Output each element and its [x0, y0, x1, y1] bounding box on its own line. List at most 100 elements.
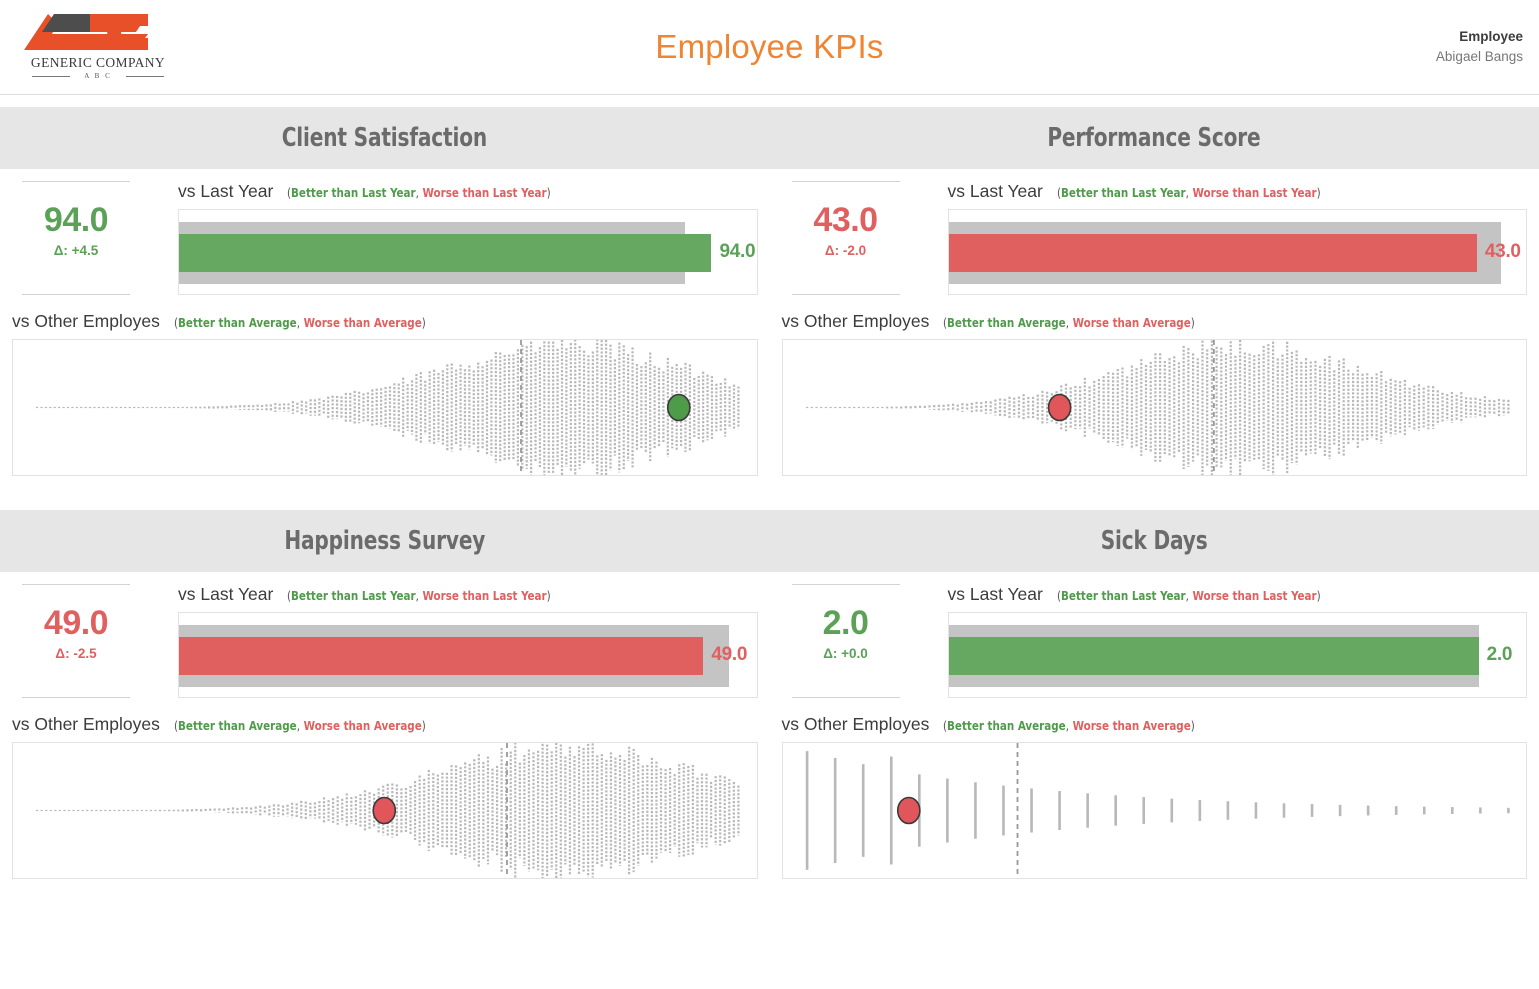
score-delta: Δ: -2.0 [744, 243, 948, 258]
distribution-client-satisfaction: vs Other Employes (Better than Average, … [0, 295, 770, 476]
legend-paren-close: ) [1316, 185, 1320, 200]
distribution-happiness-survey: vs Other Employes (Better than Average, … [0, 698, 770, 879]
logo-company-sub: A B C [18, 72, 178, 80]
bullet-chart-label: vs Last Year [178, 181, 273, 202]
legend-paren-close: ) [1316, 588, 1320, 603]
score-value: 94.0 [0, 203, 178, 239]
violin-plot [13, 743, 757, 878]
legend-better: Better than Average [947, 315, 1066, 330]
distribution-label: vs Other Employes [782, 311, 930, 332]
bullet-chart-label: vs Last Year [948, 584, 1043, 605]
bullet-legend: (Better than Last Year, Worse than Last … [287, 588, 551, 603]
distribution-header: vs Other Employes (Better than Average, … [12, 714, 758, 742]
band-cell-client-satisfaction: Client Satisfaction [0, 107, 770, 169]
violin-plot [783, 743, 1527, 878]
legend-comma: , [1186, 185, 1189, 200]
distribution-header: vs Other Employes (Better than Average, … [782, 714, 1528, 742]
legend-worse: Worse than Last Year [423, 588, 547, 603]
legend-worse: Worse than Average [1073, 315, 1191, 330]
score-delta: Δ: +0.0 [744, 646, 948, 661]
bullet-header: vs Last Year (Better than Last Year, Wor… [178, 181, 758, 209]
score-delta: Δ: -2.5 [0, 646, 178, 661]
bullet-row: 94.0 Δ: +4.5 vs Last Year (Better than L… [0, 169, 770, 295]
section-spacer [0, 476, 1539, 498]
distribution-label: vs Other Employes [12, 311, 160, 332]
band-cell-happiness-survey: Happiness Survey [0, 510, 770, 572]
legend-worse: Worse than Last Year [423, 185, 547, 200]
legend-comma: , [1186, 588, 1189, 603]
distribution-performance-score: vs Other Employes (Better than Average, … [770, 295, 1539, 476]
bullet-chart-performance-score: vs Last Year (Better than Last Year, Wor… [948, 181, 1539, 295]
bullet-legend: (Better than Last Year, Worse than Last … [1057, 185, 1321, 200]
violin-plot [13, 340, 757, 475]
bullet-header: vs Last Year (Better than Last Year, Wor… [948, 584, 1528, 612]
legend-paren-close: ) [547, 588, 551, 603]
kpi-row-top: 94.0 Δ: +4.5 vs Last Year (Better than L… [0, 169, 1539, 476]
legend-worse: Worse than Average [1073, 718, 1191, 733]
bullet-chart-sick-days: vs Last Year (Better than Last Year, Wor… [948, 584, 1539, 698]
distribution-legend: (Better than Average, Worse than Average… [943, 315, 1195, 330]
legend-paren-close: ) [1191, 315, 1195, 330]
kpi-panel-client-satisfaction: 94.0 Δ: +4.5 vs Last Year (Better than L… [0, 169, 770, 476]
bullet-chart-happiness-survey: vs Last Year (Better than Last Year, Wor… [178, 584, 770, 698]
bullet-row: 43.0 Δ: -2.0 vs Last Year (Better than L… [770, 169, 1539, 295]
bullet-value-label: 43.0 [1485, 241, 1521, 263]
legend-better: Better than Average [178, 315, 297, 330]
legend-paren-close: ) [547, 185, 551, 200]
legend-paren-close: ) [1191, 718, 1195, 733]
legend-better: Better than Last Year [1061, 185, 1186, 200]
violin-plot [783, 340, 1527, 475]
score-block-performance-score: 43.0 Δ: -2.0 [770, 181, 948, 295]
kpi-panel-performance-score: 43.0 Δ: -2.0 vs Last Year (Better than L… [770, 169, 1539, 476]
bullet-value-label: 49.0 [711, 644, 747, 666]
score-delta: Δ: +4.5 [0, 243, 178, 258]
bullet-value-bar [179, 234, 711, 272]
bullet-value-bar [949, 637, 1479, 675]
distribution-box [782, 339, 1528, 476]
kpi-title-sick-days: Sick Days [1101, 526, 1208, 556]
kpi-row-bottom: 49.0 Δ: -2.5 vs Last Year (Better than L… [0, 572, 1539, 879]
legend-worse: Worse than Last Year [1192, 185, 1316, 200]
bullet-box: 2.0 [948, 612, 1528, 698]
bullet-legend: (Better than Last Year, Worse than Last … [287, 185, 551, 200]
distribution-box [12, 339, 758, 476]
bullet-box: 49.0 [178, 612, 758, 698]
distribution-box [12, 742, 758, 879]
distribution-header: vs Other Employes (Better than Average, … [782, 311, 1528, 339]
distribution-legend: (Better than Average, Worse than Average… [174, 718, 426, 733]
kpi-title-performance-score: Performance Score [1048, 123, 1261, 153]
kpi-panel-happiness-survey: 49.0 Δ: -2.5 vs Last Year (Better than L… [0, 572, 770, 879]
legend-comma: , [297, 718, 300, 733]
bullet-box: 43.0 [948, 209, 1528, 295]
legend-better: Better than Average [178, 718, 297, 733]
bullet-header: vs Last Year (Better than Last Year, Wor… [178, 584, 758, 612]
legend-worse: Worse than Last Year [1192, 588, 1316, 603]
distribution-label: vs Other Employes [12, 714, 160, 735]
score-value: 2.0 [744, 606, 948, 642]
employee-name: Abigael Bangs [1436, 47, 1523, 67]
bullet-value-bar [949, 234, 1477, 272]
kpi-section-bottom: Happiness Survey Sick Days 49.0 Δ: -2.5 … [0, 510, 1539, 879]
bullet-legend: (Better than Last Year, Worse than Last … [1057, 588, 1321, 603]
distribution-legend: (Better than Average, Worse than Average… [943, 718, 1195, 733]
distribution-header: vs Other Employes (Better than Average, … [12, 311, 758, 339]
legend-paren-close: ) [422, 315, 426, 330]
score-block-happiness-survey: 49.0 Δ: -2.5 [0, 584, 178, 698]
legend-comma: , [1066, 315, 1069, 330]
kpi-title-client-satisfaction: Client Satisfaction [282, 123, 487, 153]
legend-better: Better than Last Year [1061, 588, 1186, 603]
page-header: GENERIC COMPANY A B C Employee KPIs Empl… [0, 0, 1539, 95]
legend-comma: , [1066, 718, 1069, 733]
bullet-chart-label: vs Last Year [178, 584, 273, 605]
legend-worse: Worse than Average [303, 718, 421, 733]
legend-comma: , [297, 315, 300, 330]
distribution-sick-days: vs Other Employes (Better than Average, … [770, 698, 1539, 879]
kpi-panel-sick-days: 2.0 Δ: +0.0 vs Last Year (Better than La… [770, 572, 1539, 879]
bullet-chart-client-satisfaction: vs Last Year (Better than Last Year, Wor… [178, 181, 770, 295]
section-header-band-bottom: Happiness Survey Sick Days [0, 510, 1539, 572]
legend-better: Better than Last Year [291, 185, 416, 200]
legend-better: Better than Last Year [291, 588, 416, 603]
score-block-client-satisfaction: 94.0 Δ: +4.5 [0, 181, 178, 295]
legend-paren-close: ) [422, 718, 426, 733]
section-header-band-top: Client Satisfaction Performance Score [0, 107, 1539, 169]
